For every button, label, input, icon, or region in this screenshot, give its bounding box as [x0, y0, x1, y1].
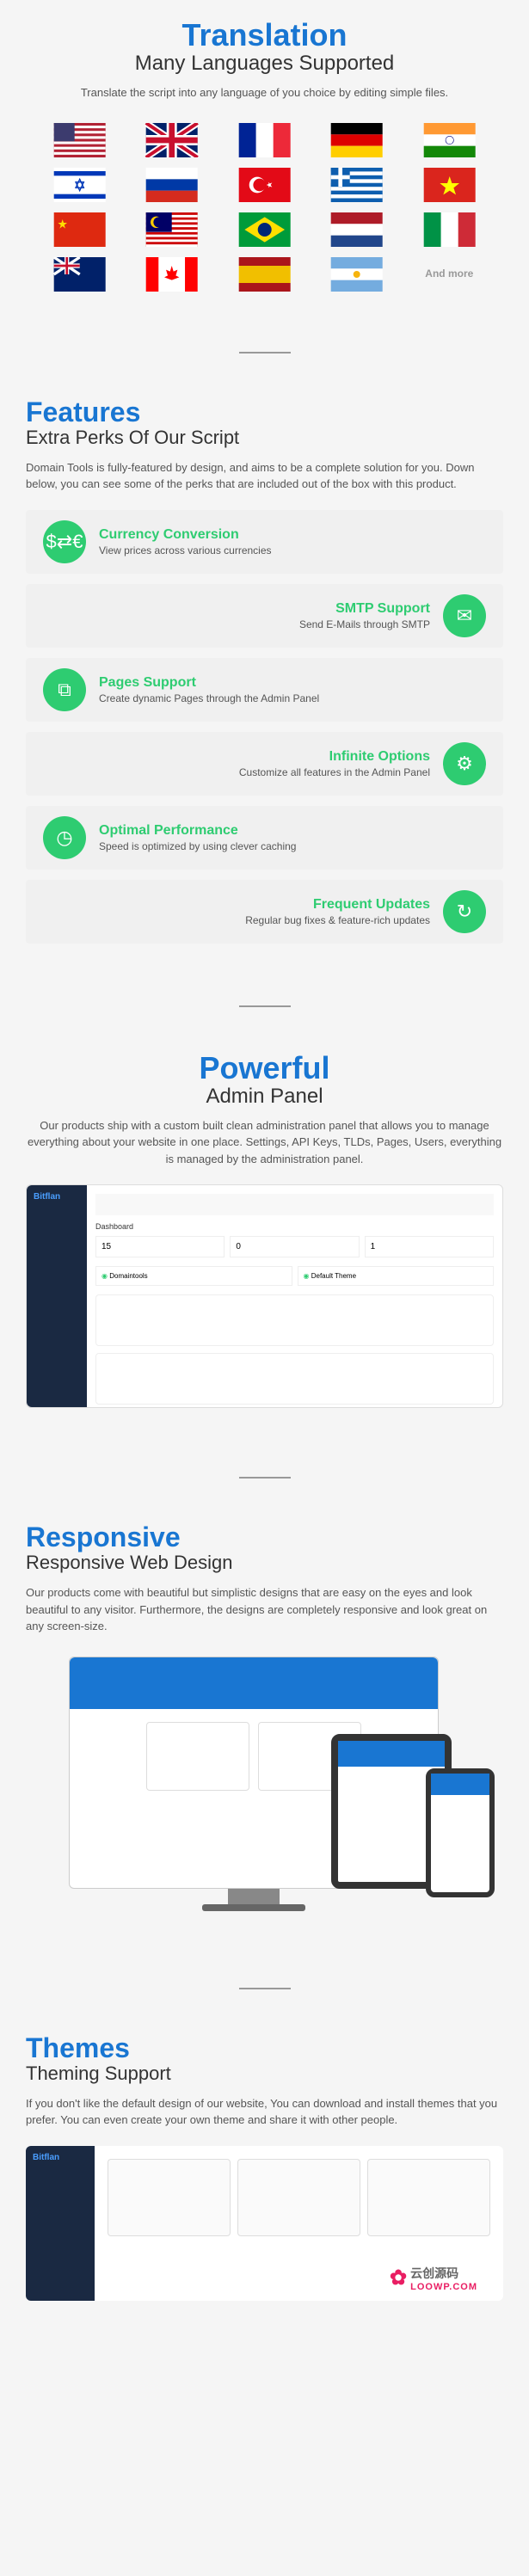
responsive-devices-image [26, 1657, 503, 1915]
flag-greece [316, 168, 397, 202]
settings-icon: ⚙ [443, 742, 486, 785]
responsive-subtitle: Responsive Web Design [26, 1552, 503, 1574]
features-subtitle: Extra Perks Of Our Script [26, 427, 503, 449]
admin-panel-screenshot: Bitflan Dashboard 15 0 1 ◉ Domaintools ◉… [26, 1184, 503, 1408]
powerful-subtitle: Admin Panel [26, 1085, 503, 1109]
themes-desc: If you don't like the default design of … [26, 2095, 503, 2129]
feature-title: SMTP Support [43, 601, 430, 617]
feature-desc: Regular bug fixes & feature-rich updates [43, 914, 430, 926]
flag-australia [39, 257, 120, 292]
translation-subtitle: Many Languages Supported [26, 52, 503, 76]
feature-desc: View prices across various currencies [99, 544, 486, 556]
feature-pages: ⧉ Pages Support Create dynamic Pages thr… [26, 658, 503, 722]
section-divider [239, 1005, 291, 1007]
feature-title: Optimal Performance [99, 823, 486, 839]
feature-title: Currency Conversion [99, 527, 486, 543]
currency-icon: $⇄€ [43, 520, 86, 563]
translation-desc: Translate the script into any language o… [26, 84, 503, 101]
themes-title: Themes [26, 2032, 503, 2064]
flag-more: And more [409, 257, 490, 292]
flag-france [224, 123, 305, 157]
flag-canada [131, 257, 212, 292]
section-divider [239, 352, 291, 354]
mail-icon: ✉ [443, 594, 486, 637]
flag-india [409, 123, 490, 157]
features-title: Features [26, 397, 503, 428]
responsive-desc: Our products come with beautiful but sim… [26, 1584, 503, 1635]
features-desc: Domain Tools is fully-featured by design… [26, 459, 503, 493]
flag-malaysia [131, 212, 212, 247]
flag-argentina [316, 257, 397, 292]
feature-desc: Send E-Mails through SMTP [43, 618, 430, 630]
flag-brazil [224, 212, 305, 247]
flag-vietnam [409, 168, 490, 202]
flag-germany [316, 123, 397, 157]
watermark: ✿ 云创源码 LOOWP.COM [390, 2265, 477, 2292]
feature-desc: Customize all features in the Admin Pane… [43, 766, 430, 778]
feature-title: Pages Support [99, 675, 486, 691]
flag-china [39, 212, 120, 247]
flag-usa [39, 123, 120, 157]
feature-title: Frequent Updates [43, 897, 430, 913]
gauge-icon: ◷ [43, 816, 86, 859]
section-divider [239, 1988, 291, 1989]
flag-israel [39, 168, 120, 202]
powerful-desc: Our products ship with a custom built cl… [26, 1117, 503, 1168]
powerful-title: Powerful [26, 1050, 503, 1086]
refresh-icon: ↻ [443, 890, 486, 933]
feature-desc: Speed is optimized by using clever cachi… [99, 840, 486, 852]
pages-icon: ⧉ [43, 668, 86, 711]
feature-performance: ◷ Optimal Performance Speed is optimized… [26, 806, 503, 870]
flag-uk [131, 123, 212, 157]
flag-italy [409, 212, 490, 247]
feature-currency: $⇄€ Currency Conversion View prices acro… [26, 510, 503, 574]
themes-subtitle: Theming Support [26, 2063, 503, 2085]
flag-turkey [224, 168, 305, 202]
responsive-title: Responsive [26, 1522, 503, 1553]
flag-spain [224, 257, 305, 292]
feature-title: Infinite Options [43, 749, 430, 765]
flag-netherlands [316, 212, 397, 247]
feature-updates: ↻ Frequent Updates Regular bug fixes & f… [26, 880, 503, 944]
translation-title: Translation [26, 17, 503, 53]
flag-grid: And more [39, 123, 490, 292]
flag-russia [131, 168, 212, 202]
feature-desc: Create dynamic Pages through the Admin P… [99, 692, 486, 704]
section-divider [239, 1477, 291, 1479]
feature-infinite: ⚙ Infinite Options Customize all feature… [26, 732, 503, 796]
feature-smtp: ✉ SMTP Support Send E-Mails through SMTP [26, 584, 503, 648]
themes-screenshot: Bitflan ✿ 云创源码 LOOWP.COM [26, 2146, 503, 2301]
